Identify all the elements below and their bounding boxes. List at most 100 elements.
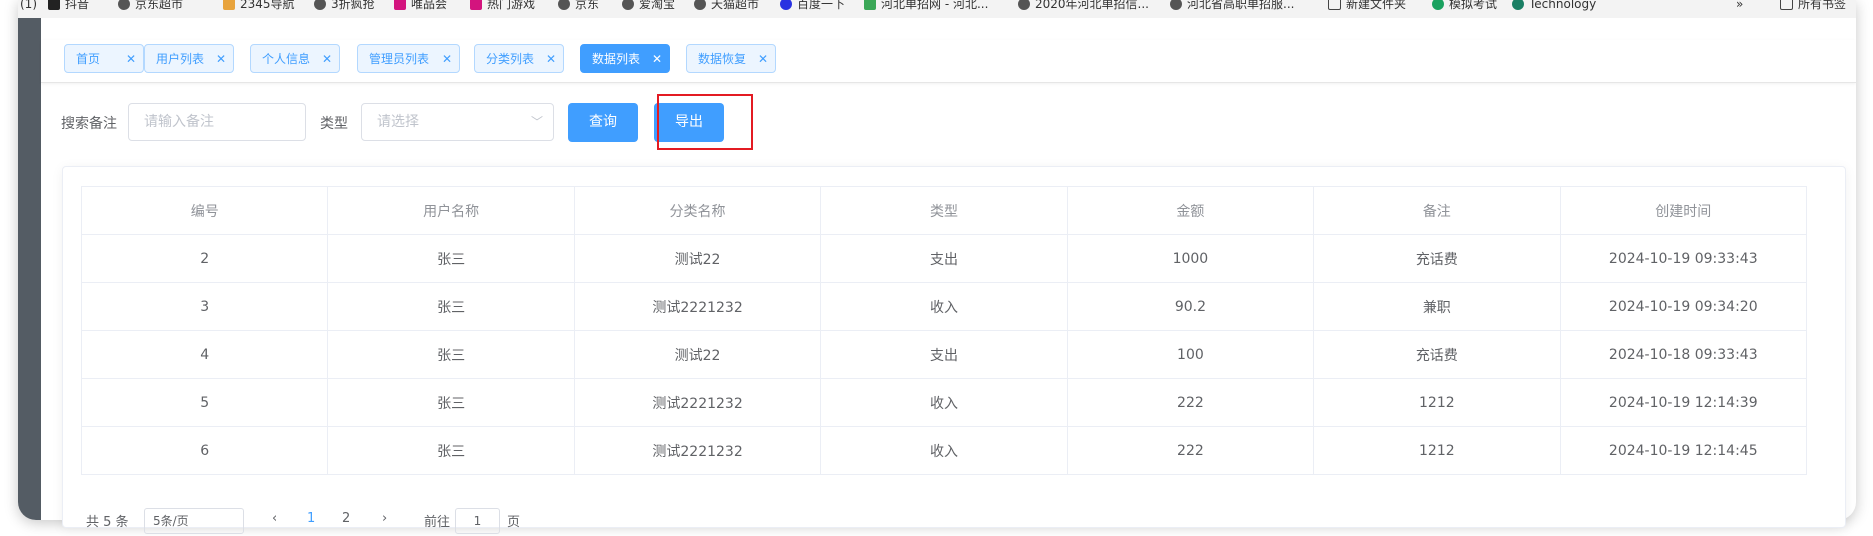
bookmark-label: 3折疯抢 <box>331 0 375 11</box>
bookmark-mock-exam[interactable]: 模拟考试 <box>1432 0 1497 13</box>
cell-category: 测试2221232 <box>573 378 822 427</box>
tag-data-list[interactable]: 数据列表 ✕ <box>580 44 670 73</box>
tag-user-list[interactable]: 用户列表 ✕ <box>144 44 234 73</box>
column-header-amount[interactable]: 金额 <box>1066 186 1315 235</box>
bookmark-vip[interactable]: 唯品会 <box>394 0 447 13</box>
bookmark-all-bookmarks[interactable]: 所有书签 <box>1780 0 1846 13</box>
cell-created: 2024-10-18 09:33:43 <box>1559 330 1808 379</box>
cell-created: 2024-10-19 12:14:45 <box>1559 426 1808 475</box>
bookmark-label: 2020年河北单招信... <box>1035 0 1149 11</box>
bookmark-technology[interactable]: Technology <box>1512 0 1596 13</box>
bookmark-label: 热门游戏 <box>487 0 536 11</box>
table-row[interactable]: 2 张三 测试22 支出 1000 充话费 2024-10-19 09:33:4… <box>80 234 1808 283</box>
cell-type: 支出 <box>820 330 1068 379</box>
game-icon <box>470 0 482 10</box>
tag-data-restore[interactable]: 数据恢复 ✕ <box>686 44 776 73</box>
cell-username: 张三 <box>327 234 575 283</box>
close-icon[interactable]: ✕ <box>758 45 768 74</box>
data-table: 编号 用户名称 分类名称 类型 金额 备注 创建时间 2 张三 测试22 支出 … <box>80 186 1808 475</box>
bookmark-tmall[interactable]: 天猫超市 <box>694 0 759 13</box>
remark-search-input[interactable]: 请输入备注 <box>128 103 306 141</box>
bookmark-baidu[interactable]: 百度一下 <box>780 0 845 13</box>
cell-username: 张三 <box>327 378 575 427</box>
next-page-button[interactable]: › <box>382 511 387 526</box>
cell-created: 2024-10-19 09:33:43 <box>1559 234 1808 283</box>
close-icon[interactable]: ✕ <box>546 45 556 74</box>
query-button[interactable]: 查询 <box>568 103 638 142</box>
bookmark-label: » <box>1736 0 1744 11</box>
bookmark-2020-hebei[interactable]: 2020年河北单招信... <box>1018 0 1149 13</box>
tag-admin-list[interactable]: 管理员列表 ✕ <box>357 44 460 73</box>
cell-category: 测试22 <box>573 330 822 379</box>
export-highlight-box <box>657 94 753 150</box>
bookmark-label: 模拟考试 <box>1449 0 1498 11</box>
page-icon <box>864 0 876 10</box>
column-header-category[interactable]: 分类名称 <box>573 186 822 235</box>
column-header-remark[interactable]: 备注 <box>1313 186 1561 235</box>
globe-icon <box>694 0 706 10</box>
column-header-username[interactable]: 用户名称 <box>327 186 575 235</box>
column-header-id[interactable]: 编号 <box>80 186 329 235</box>
cell-username: 张三 <box>327 426 575 475</box>
globe-icon <box>1018 0 1030 10</box>
sidebar-menu <box>18 18 41 520</box>
column-header-type[interactable]: 类型 <box>820 186 1068 235</box>
bookmark-3zhe[interactable]: 3折疯抢 <box>314 0 375 13</box>
table-row[interactable]: 4 张三 测试22 支出 100 充话费 2024-10-18 09:33:43 <box>80 330 1808 379</box>
close-icon[interactable]: ✕ <box>216 45 226 74</box>
globe-icon <box>622 0 634 10</box>
table-row[interactable]: 5 张三 测试2221232 收入 222 1212 2024-10-19 12… <box>80 378 1808 427</box>
douyin-icon <box>48 0 60 10</box>
close-icon[interactable]: ✕ <box>652 45 662 74</box>
pagination-total: 共 5 条 <box>86 515 129 530</box>
tag-label: 首页 <box>76 52 101 66</box>
prev-page-button[interactable]: ‹ <box>272 511 277 526</box>
vip-icon <box>394 0 406 10</box>
bookmark-jd[interactable]: 京东 <box>558 0 599 13</box>
bookmark-jd-supermarket[interactable]: 京东超市 <box>118 0 183 13</box>
type-select[interactable]: 请选择 ﹀ <box>361 103 554 141</box>
table-row[interactable]: 6 张三 测试2221232 收入 222 1212 2024-10-19 12… <box>80 426 1808 475</box>
tag-home[interactable]: 首页 ✕ <box>64 44 144 73</box>
bookmark-aitaobao[interactable]: 爱淘宝 <box>622 0 675 13</box>
cell-remark: 充话费 <box>1313 234 1561 283</box>
column-header-created[interactable]: 创建时间 <box>1559 186 1808 235</box>
tag-profile[interactable]: 个人信息 ✕ <box>250 44 340 73</box>
chevron-down-icon: ﹀ <box>530 115 543 129</box>
page-1-button[interactable]: 1 <box>307 511 315 526</box>
bookmark-label: 京东超市 <box>135 0 184 11</box>
cell-amount: 90.2 <box>1066 282 1315 331</box>
tag-category-list[interactable]: 分类列表 ✕ <box>474 44 564 73</box>
goto-value: 1 <box>473 514 482 528</box>
tech-icon <box>1512 0 1524 10</box>
cell-type: 收入 <box>820 282 1068 331</box>
bookmark-new-folder[interactable]: 新建文件夹 <box>1328 0 1406 13</box>
cell-type: 支出 <box>820 234 1068 283</box>
page-size-select[interactable]: 5条/页 <box>144 508 244 534</box>
close-icon[interactable]: ✕ <box>126 45 136 74</box>
bookmark-label: 爱淘宝 <box>639 0 676 11</box>
table-row[interactable]: 3 张三 测试2221232 收入 90.2 兼职 2024-10-19 09:… <box>80 282 1808 331</box>
cell-id: 3 <box>80 282 329 331</box>
cell-id: 2 <box>80 234 329 283</box>
bookmark-games[interactable]: 热门游戏 <box>470 0 535 13</box>
nav-2345-icon <box>223 0 235 10</box>
goto-page-input[interactable]: 1 <box>455 508 500 534</box>
close-icon[interactable]: ✕ <box>442 45 452 74</box>
bookmark-hebei-gaozhi[interactable]: 河北省高职单招服... <box>1170 0 1294 13</box>
bookmark-label: 抖音 <box>65 0 90 11</box>
page-2-button[interactable]: 2 <box>342 511 350 526</box>
globe-icon <box>1170 0 1182 10</box>
cell-category: 测试22 <box>573 234 822 283</box>
cell-category: 测试2221232 <box>573 426 822 475</box>
tag-label: 分类列表 <box>486 52 535 66</box>
close-icon[interactable]: ✕ <box>322 45 332 74</box>
cell-amount: 1000 <box>1066 234 1315 283</box>
bookmark-1[interactable]: (1) <box>20 0 37 13</box>
bookmark-douyin[interactable]: 抖音 <box>48 0 89 13</box>
bookmark-2345[interactable]: 2345导航 <box>223 0 295 13</box>
bookmark-hebei-danzhao[interactable]: 河北单招网 - 河北... <box>864 0 988 13</box>
bookmarks-overflow-button[interactable]: » <box>1736 0 1743 13</box>
remark-search-label: 搜索备注 <box>61 116 117 132</box>
goto-suffix: 页 <box>507 515 521 530</box>
